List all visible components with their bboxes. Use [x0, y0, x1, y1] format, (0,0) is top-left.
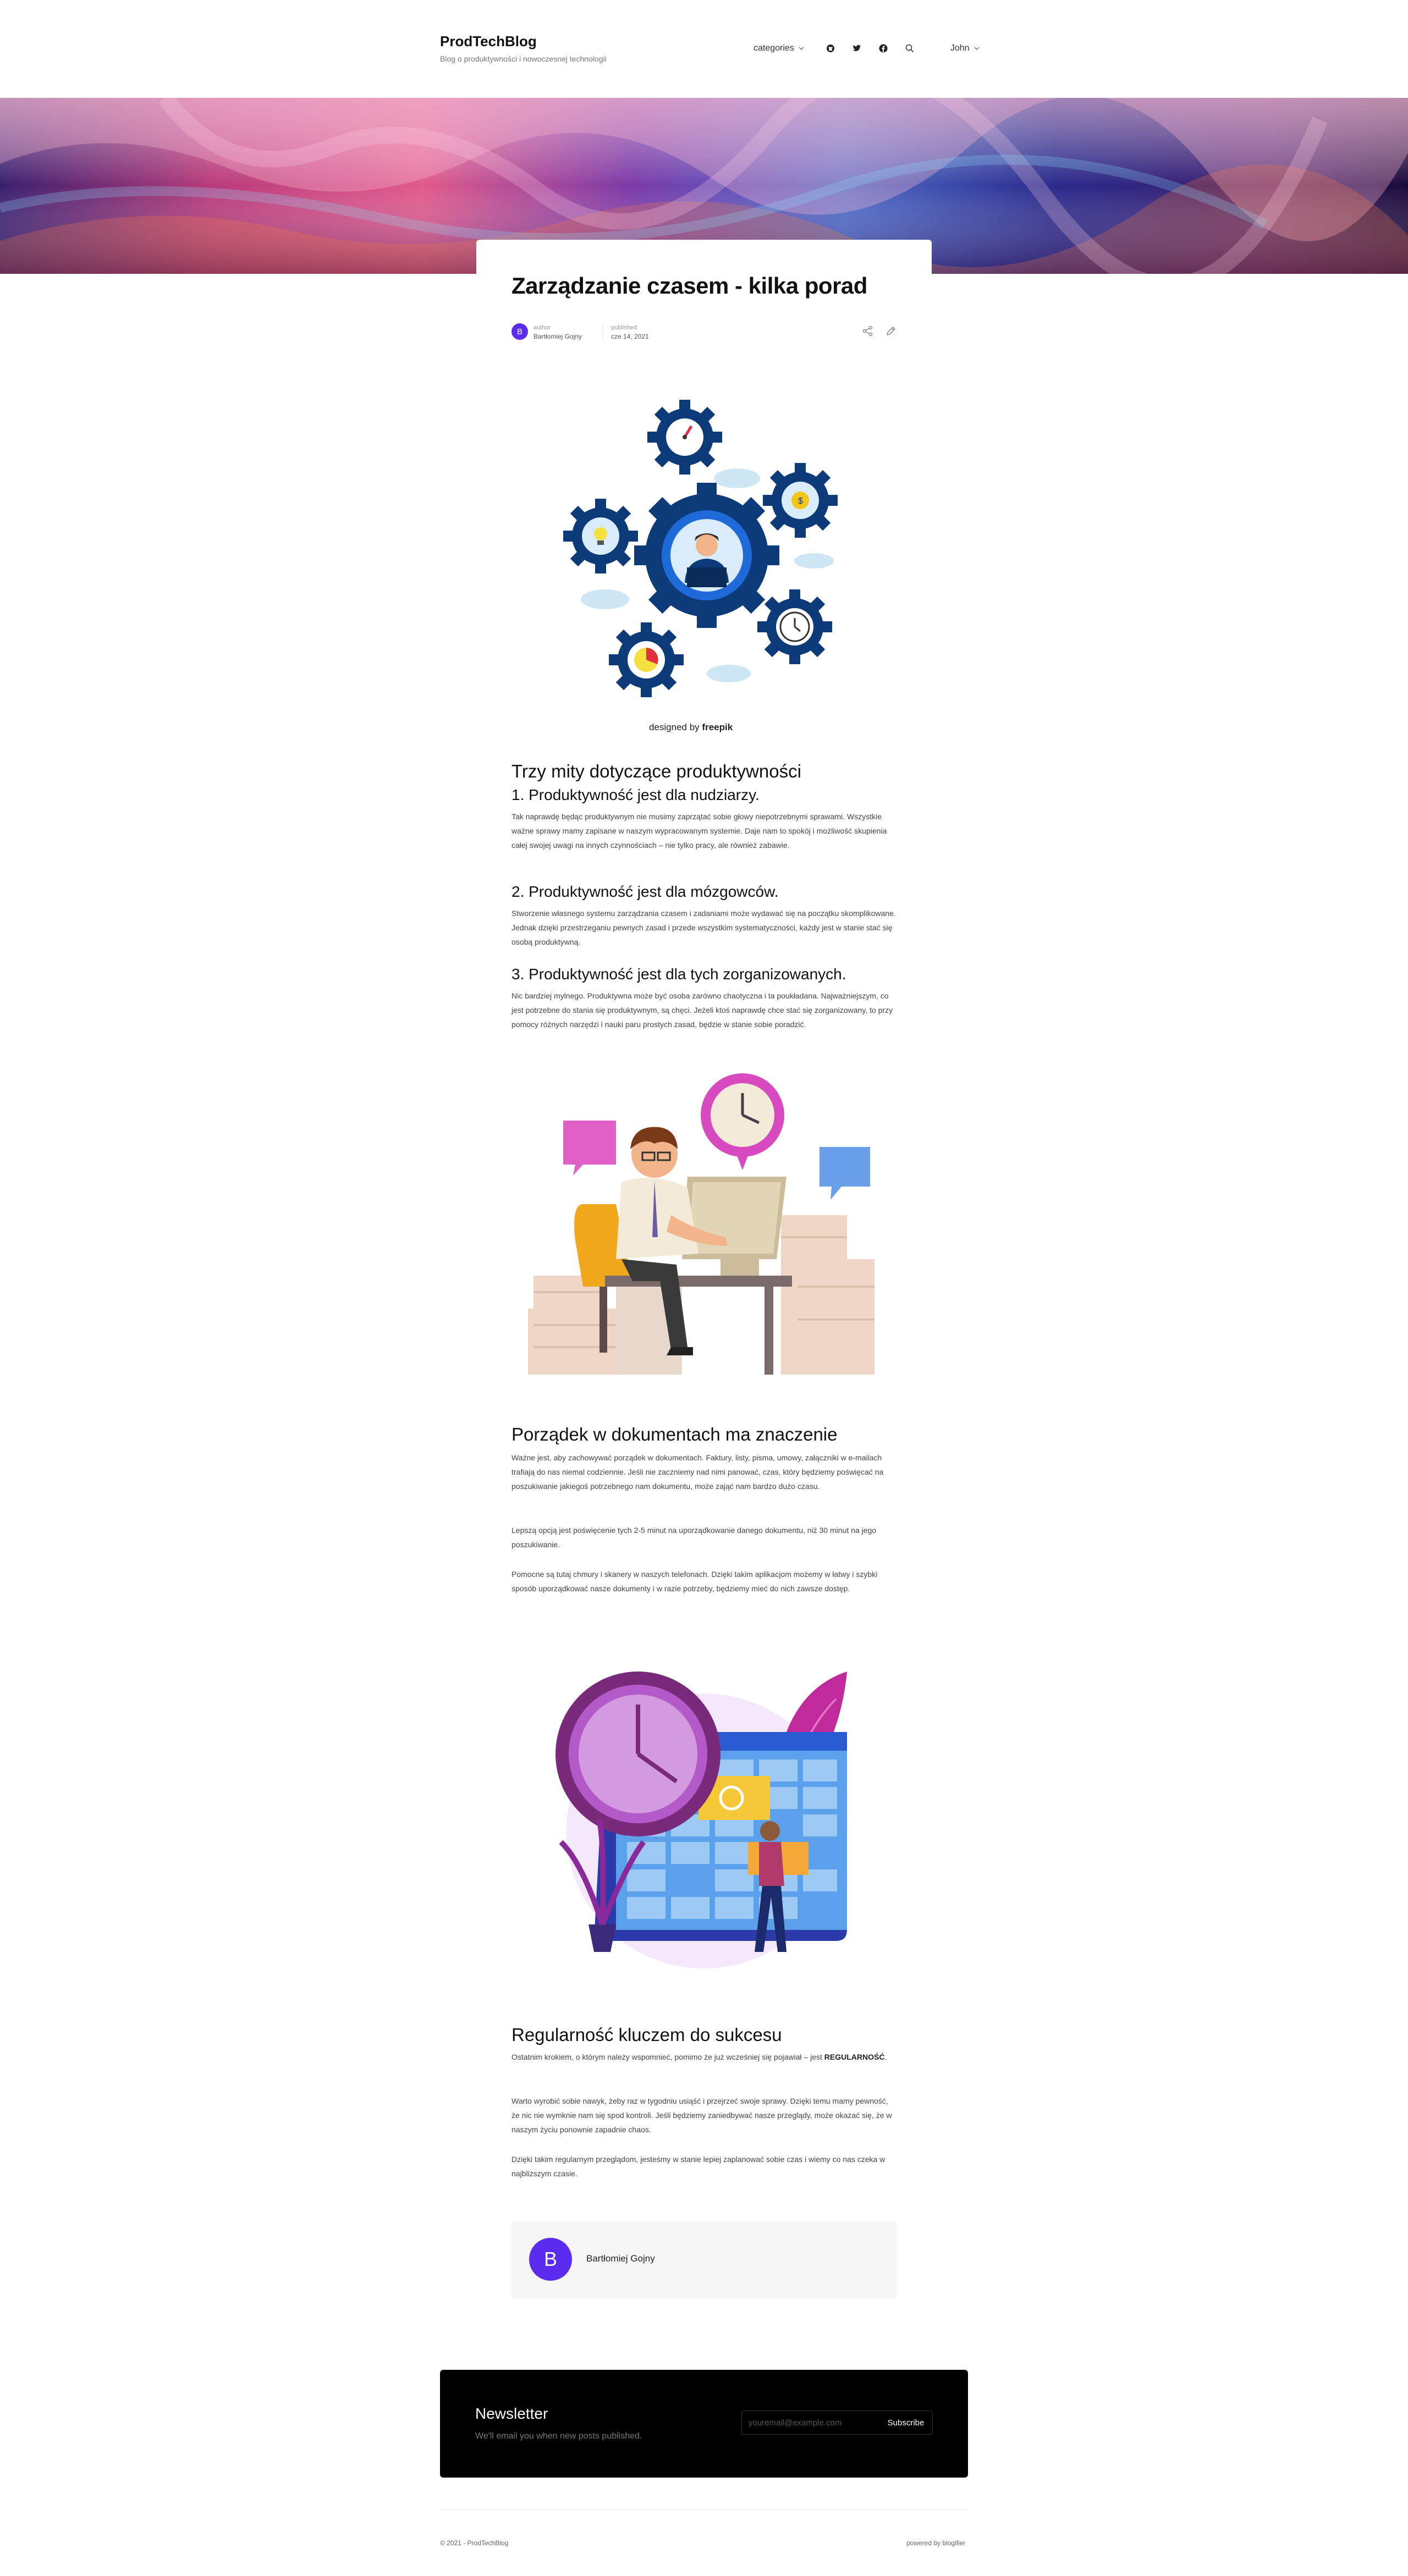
subscribe-button[interactable]: Subscribe: [882, 2413, 930, 2432]
edit-icon[interactable]: [886, 326, 897, 337]
author-caption: author: [534, 324, 551, 331]
myth2-text: Stworzenie własnego systemu zarządzania …: [512, 909, 896, 946]
regularity-paragraph-2: Warto wyrobić sobie nawyk, żeby raz w ty…: [512, 2097, 892, 2134]
regularity-paragraph-1: Ostatnim krokiem, o którym należy wspomn…: [512, 2053, 887, 2061]
credit-brand: freepik: [702, 722, 733, 732]
user-name: John: [950, 43, 970, 53]
author-meta: author Bartłomiej Gojny: [534, 323, 582, 341]
regularity-paragraph-3: Dzięki takim regularnym przeglądom, jest…: [512, 2155, 886, 2178]
freepik-credit: designed by freepik: [649, 722, 733, 733]
newsletter-section: Newsletter We'll email you when new post…: [440, 2370, 968, 2478]
search-icon[interactable]: [904, 43, 915, 54]
main-nav: categories John: [754, 43, 980, 54]
myth3-heading: 3. Produktywność jest dla tych zorganizo…: [512, 966, 846, 983]
myth3-text: Nic bardziej mylnego. Produktywna może b…: [512, 991, 893, 1029]
site-subtitle: Blog o produktywności i nowoczesnej tech…: [440, 54, 607, 63]
myths-heading: Trzy mity dotyczące produktywności: [512, 761, 801, 781]
author-name[interactable]: Bartłomiej Gojny: [534, 332, 582, 341]
docs-heading: Porządek w dokumentach ma znaczenie: [512, 1424, 838, 1444]
share-icon[interactable]: [862, 326, 873, 337]
footer-copyright: © 2021 - ProdTechBlog: [440, 2539, 509, 2547]
github-icon[interactable]: [825, 43, 836, 54]
newsletter-form: Subscribe: [741, 2410, 933, 2435]
author-box: B Bartłomiej Gojny: [512, 2221, 897, 2298]
categories-dropdown[interactable]: categories: [754, 43, 804, 53]
credit-prefix: designed by: [649, 722, 700, 732]
myth1-text: Tak naprawdę będąc produktywnym nie musi…: [512, 812, 887, 850]
article-actions: [862, 326, 897, 337]
docs-paragraph-3: Pomocne są tutaj chmury i skanery w nasz…: [512, 1570, 878, 1593]
published-caption: published: [611, 324, 637, 331]
productivity-gears-illustration: $: [556, 396, 853, 737]
author-box-name[interactable]: Bartłomiej Gojny: [586, 2253, 655, 2264]
svg-text:$: $: [798, 497, 803, 506]
site-header: ProdTechBlog Blog o produktywności i now…: [0, 0, 1408, 98]
chevron-down-icon: [974, 47, 979, 50]
regularity-heading: Regularność kluczem do sukcesu: [512, 2025, 782, 2045]
categories-label: categories: [754, 43, 794, 53]
docs-paragraph-1: Ważne jest, aby zachowywać porządek w do…: [512, 1453, 884, 1491]
facebook-icon[interactable]: [878, 43, 889, 54]
published-date: cze 14, 2021: [611, 333, 649, 340]
office-worker-illustration: [522, 1072, 886, 1380]
chevron-down-icon: [799, 47, 804, 50]
docs-paragraph-2: Lepszą opcją jest poświęcenie tych 2-5 m…: [512, 1526, 877, 1549]
regularity-emphasis: REGULARNOŚĆ: [824, 2053, 885, 2061]
twitter-icon[interactable]: [851, 43, 862, 54]
footer-divider: [440, 2509, 968, 2510]
myth2-heading: 2. Produktywność jest dla mózgowców.: [512, 883, 779, 900]
site-title[interactable]: ProdTechBlog: [440, 33, 607, 50]
user-menu[interactable]: John: [950, 43, 980, 53]
published-meta: published cze 14, 2021: [603, 323, 649, 341]
author-avatar[interactable]: B: [512, 323, 528, 340]
newsletter-subtitle: We'll email you when new posts published…: [475, 2431, 642, 2441]
author-box-avatar[interactable]: B: [529, 2238, 572, 2281]
brand[interactable]: ProdTechBlog Blog o produktywności i now…: [440, 33, 607, 63]
article-meta: B author Bartłomiej Gojny published cze …: [512, 321, 897, 345]
newsletter-title: Newsletter: [475, 2405, 548, 2422]
myth1-heading: 1. Produktywność jest dla nudziarzy.: [512, 786, 760, 803]
article-title: Zarządzanie czasem - kilka porad: [512, 273, 867, 299]
calendar-planning-illustration: [550, 1666, 858, 1974]
newsletter-email-input[interactable]: [749, 2411, 881, 2434]
footer-powered-by[interactable]: powered by blogifier: [906, 2539, 965, 2547]
